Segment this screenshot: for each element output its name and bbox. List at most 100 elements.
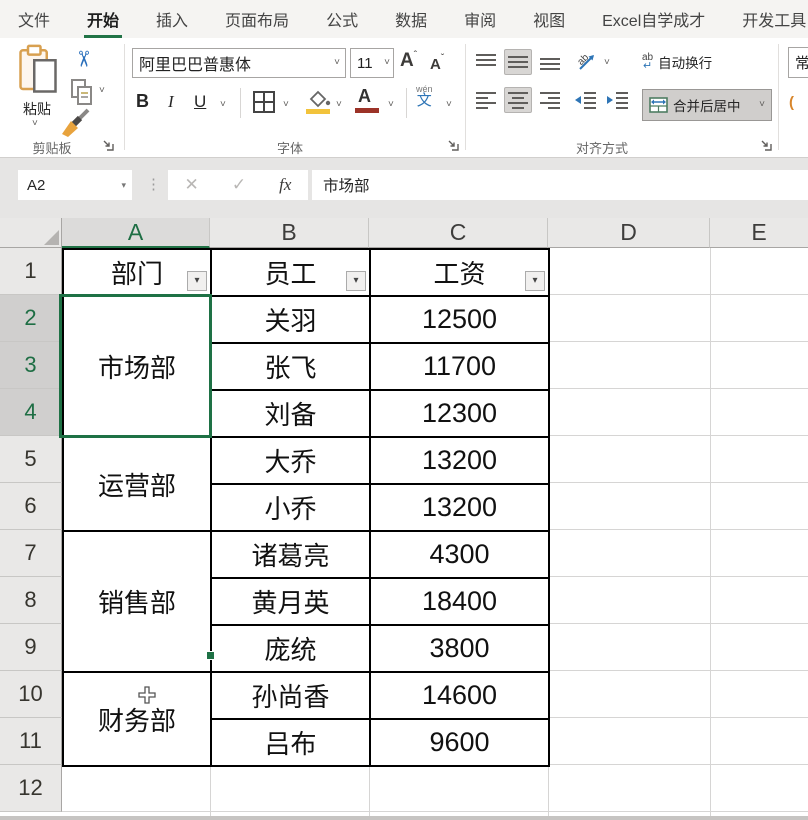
italic-button[interactable]: I	[168, 92, 174, 112]
employee-cell[interactable]: 小乔	[212, 485, 371, 532]
clipboard-dialog-launcher-icon[interactable]	[102, 139, 115, 152]
row-header-11[interactable]: 11	[0, 718, 62, 765]
column-header-C[interactable]: C	[369, 218, 548, 248]
accounting-format-icon[interactable]: (	[789, 94, 794, 111]
increase-indent-button[interactable]	[606, 90, 630, 110]
tab-page-layout[interactable]: 页面布局	[225, 7, 289, 31]
tab-developer[interactable]: 开发工具	[742, 7, 806, 31]
row-header-6[interactable]: 6	[0, 483, 62, 530]
salary-cell[interactable]: 13200	[371, 485, 550, 532]
salary-cell[interactable]: 18400	[371, 579, 550, 626]
paste-button-label[interactable]: 粘贴	[14, 99, 60, 119]
employee-cell[interactable]: 关羽	[212, 297, 371, 344]
row-header-3[interactable]: 3	[0, 342, 62, 389]
alignment-dialog-launcher-icon[interactable]	[760, 139, 773, 152]
employee-cell[interactable]: 大乔	[212, 438, 371, 485]
bold-button[interactable]: B	[136, 91, 149, 112]
employee-cell[interactable]: 刘备	[212, 391, 371, 438]
align-middle-button[interactable]	[504, 49, 532, 75]
enter-icon[interactable]: ✓	[232, 175, 246, 195]
tab-view[interactable]: 视图	[533, 7, 565, 31]
employee-cell[interactable]: 孙尚香	[212, 673, 371, 720]
align-left-button[interactable]	[472, 87, 500, 113]
row-header-4[interactable]: 4	[0, 389, 62, 436]
copy-dropdown-chevron[interactable]: ˅	[99, 86, 105, 96]
merge-dropdown-chevron[interactable]: ˅	[759, 100, 765, 110]
employee-cell[interactable]: 吕布	[212, 720, 371, 767]
phonetic-dropdown-chevron[interactable]: ˅	[446, 100, 452, 110]
tab-review[interactable]: 审阅	[464, 7, 496, 31]
decrease-font-size-button[interactable]: Aˇ	[430, 53, 444, 74]
salary-cell[interactable]: 4300	[371, 532, 550, 579]
row-header-5[interactable]: 5	[0, 436, 62, 483]
wrap-text-button[interactable]: ab ↵ 自动换行	[642, 52, 712, 72]
orientation-button[interactable]: ab	[576, 50, 600, 74]
tab-excel-self-study[interactable]: Excel自学成才	[602, 7, 705, 31]
number-format-combobox[interactable]: 常	[788, 47, 808, 78]
salary-cell[interactable]: 14600	[371, 673, 550, 720]
fill-color-dropdown-chevron[interactable]: ˅	[336, 100, 342, 110]
filter-button[interactable]: ▾	[525, 271, 545, 291]
orientation-dropdown-chevron[interactable]: ˅	[604, 58, 610, 68]
row-header-12[interactable]: 12	[0, 765, 62, 812]
employee-cell[interactable]: 黄月英	[212, 579, 371, 626]
tab-formulas[interactable]: 公式	[326, 7, 358, 31]
name-box[interactable]: A2 ▾	[18, 170, 132, 200]
column-header-E[interactable]: E	[710, 218, 808, 248]
column-header-B[interactable]: B	[210, 218, 369, 248]
font-dialog-launcher-icon[interactable]	[447, 139, 460, 152]
merged-dept-cell[interactable]: 运营部	[64, 438, 212, 532]
column-header-A[interactable]: A	[62, 218, 210, 248]
fill-color-button[interactable]	[306, 90, 332, 108]
tab-home[interactable]: 开始	[87, 7, 119, 31]
decrease-indent-button[interactable]	[574, 90, 598, 110]
cancel-icon[interactable]: ✕	[185, 175, 199, 195]
align-right-button[interactable]	[536, 87, 564, 113]
align-center-button[interactable]	[504, 87, 532, 113]
paste-button[interactable]	[18, 44, 58, 94]
salary-cell[interactable]: 12300	[371, 391, 550, 438]
salary-cell[interactable]: 3800	[371, 626, 550, 673]
header-cell-dept[interactable]: 部门 ▾	[64, 250, 212, 297]
filter-button[interactable]: ▾	[346, 271, 366, 291]
increase-font-size-button[interactable]: Aˆ	[400, 50, 417, 72]
underline-dropdown-chevron[interactable]: ˅	[220, 100, 226, 110]
phonetic-guide-button[interactable]: wén 文	[416, 85, 433, 109]
insert-function-icon[interactable]: fx	[279, 175, 291, 195]
row-header-7[interactable]: 7	[0, 530, 62, 577]
formula-bar-grip[interactable]: ⋮	[146, 175, 159, 193]
row-header-8[interactable]: 8	[0, 577, 62, 624]
cut-button[interactable]: ✂	[70, 50, 96, 68]
tab-file[interactable]: 文件	[18, 7, 50, 31]
format-painter-button[interactable]	[60, 108, 92, 138]
row-header-10[interactable]: 10	[0, 671, 62, 718]
row-header-1[interactable]: 1	[0, 248, 62, 295]
salary-cell[interactable]: 13200	[371, 438, 550, 485]
align-bottom-button[interactable]	[536, 49, 564, 75]
row-header-9[interactable]: 9	[0, 624, 62, 671]
underline-button[interactable]: U	[194, 92, 206, 112]
formula-input[interactable]: 市场部	[312, 170, 808, 200]
tab-insert[interactable]: 插入	[156, 7, 188, 31]
employee-cell[interactable]: 庞统	[212, 626, 371, 673]
column-header-D[interactable]: D	[548, 218, 710, 248]
header-cell-salary[interactable]: 工资 ▾	[371, 250, 550, 297]
align-top-button[interactable]	[472, 49, 500, 75]
paste-dropdown-chevron[interactable]: ˅	[32, 119, 38, 129]
font-size-combobox[interactable]: 11 ˅	[350, 48, 394, 78]
font-name-combobox[interactable]: 阿里巴巴普惠体 ˅	[132, 48, 346, 78]
fill-handle[interactable]	[206, 651, 215, 660]
merged-dept-cell[interactable]: 市场部	[64, 297, 212, 438]
tab-data[interactable]: 数据	[395, 7, 427, 31]
filter-button[interactable]: ▾	[187, 271, 207, 291]
salary-cell[interactable]: 11700	[371, 344, 550, 391]
salary-cell[interactable]: 9600	[371, 720, 550, 767]
header-cell-employee[interactable]: 员工 ▾	[212, 250, 371, 297]
merge-and-center-button[interactable]: 合并后居中 ˅	[642, 89, 772, 121]
employee-cell[interactable]: 诸葛亮	[212, 532, 371, 579]
name-box-dropdown-icon[interactable]: ▾	[115, 180, 132, 190]
font-color-dropdown-chevron[interactable]: ˅	[388, 100, 394, 110]
copy-button[interactable]	[70, 78, 94, 106]
merged-dept-cell[interactable]: 销售部	[64, 532, 212, 673]
borders-button[interactable]	[252, 90, 276, 114]
